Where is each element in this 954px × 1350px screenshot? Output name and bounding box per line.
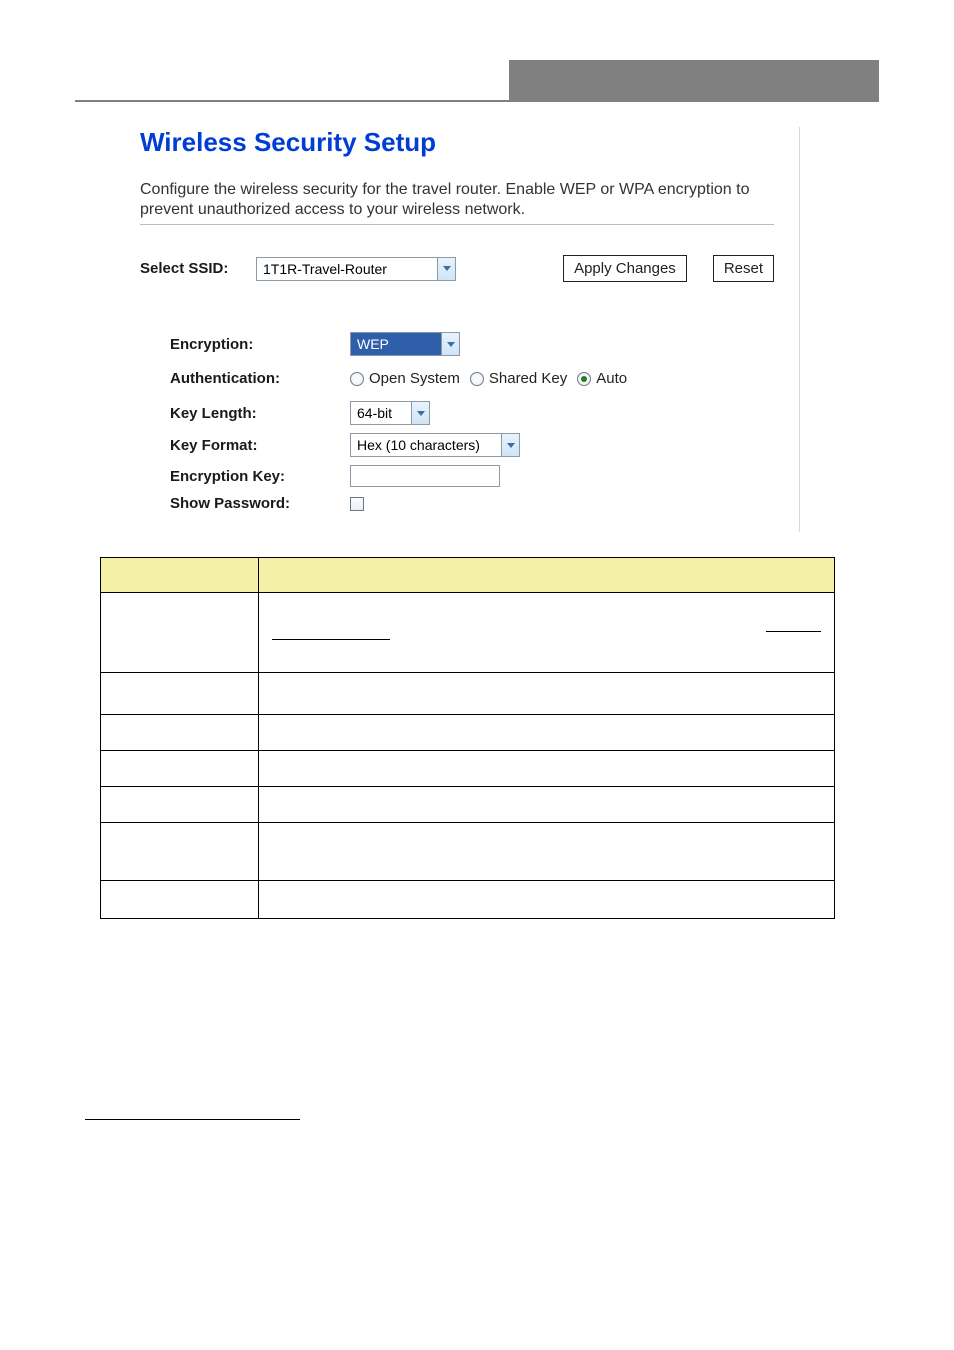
chevron-down-icon xyxy=(441,333,459,355)
auth-option-label: Auto xyxy=(596,370,627,387)
table-cell xyxy=(101,787,259,823)
key-format-label: Key Format: xyxy=(170,437,350,454)
table-cell xyxy=(259,751,835,787)
table-cell xyxy=(101,715,259,751)
underline-segment xyxy=(272,639,390,640)
encryption-key-label: Encryption Key: xyxy=(170,468,350,485)
authentication-row: Authentication: Open System Shared Key A… xyxy=(170,370,774,387)
encryption-select-value: WEP xyxy=(351,333,441,355)
ssid-select-value: 1T1R-Travel-Router xyxy=(257,258,437,280)
table-cell xyxy=(101,823,259,881)
auth-option-label: Shared Key xyxy=(489,370,567,387)
encryption-row: Encryption: WEP xyxy=(170,332,774,356)
key-format-select-value: Hex (10 characters) xyxy=(351,434,501,456)
table-cell xyxy=(101,593,259,673)
page-description: Configure the wireless security for the … xyxy=(140,180,774,220)
authentication-label: Authentication: xyxy=(170,370,350,387)
show-password-label: Show Password: xyxy=(170,495,350,512)
radio-icon xyxy=(350,372,364,386)
table-cell xyxy=(101,673,259,715)
top-header xyxy=(0,0,954,100)
table-cell xyxy=(259,823,835,881)
radio-icon xyxy=(470,372,484,386)
encryption-select[interactable]: WEP xyxy=(350,332,460,356)
chevron-down-icon xyxy=(411,402,429,424)
description-table xyxy=(100,557,835,919)
key-length-row: Key Length: 64-bit xyxy=(170,401,774,425)
table-header-cell xyxy=(259,558,835,593)
key-length-select[interactable]: 64-bit xyxy=(350,401,430,425)
table-cell xyxy=(259,715,835,751)
radio-icon xyxy=(577,372,591,386)
chevron-down-icon xyxy=(437,258,455,280)
table-cell xyxy=(259,787,835,823)
table-cell xyxy=(259,673,835,715)
encryption-key-row: Encryption Key: xyxy=(170,465,774,487)
header-grey-band xyxy=(509,60,879,100)
apply-changes-button[interactable]: Apply Changes xyxy=(563,255,687,282)
underline-segment xyxy=(766,631,821,632)
footer-divider xyxy=(85,1119,300,1120)
table-cell xyxy=(259,881,835,919)
header-divider xyxy=(75,100,879,102)
key-format-row: Key Format: Hex (10 characters) xyxy=(170,433,774,457)
ssid-row: Select SSID: 1T1R-Travel-Router Apply Ch… xyxy=(140,255,774,282)
show-password-row: Show Password: xyxy=(170,495,774,512)
show-password-checkbox[interactable] xyxy=(350,497,364,511)
table-cell xyxy=(259,593,835,673)
ssid-select[interactable]: 1T1R-Travel-Router xyxy=(256,257,456,281)
auth-shared-key-radio[interactable]: Shared Key xyxy=(470,370,567,387)
security-panel: Wireless Security Setup Configure the wi… xyxy=(140,127,800,532)
reset-button[interactable]: Reset xyxy=(713,255,774,282)
encryption-label: Encryption: xyxy=(170,336,350,353)
section-divider xyxy=(140,224,774,225)
page-title: Wireless Security Setup xyxy=(140,127,774,158)
auth-option-label: Open System xyxy=(369,370,460,387)
chevron-down-icon xyxy=(501,434,519,456)
auth-auto-radio[interactable]: Auto xyxy=(577,370,627,387)
key-length-label: Key Length: xyxy=(170,405,350,422)
key-length-select-value: 64-bit xyxy=(351,402,411,424)
table-cell xyxy=(101,881,259,919)
select-ssid-label: Select SSID: xyxy=(140,260,250,277)
encryption-key-input[interactable] xyxy=(350,465,500,487)
table-cell xyxy=(101,751,259,787)
auth-open-system-radio[interactable]: Open System xyxy=(350,370,460,387)
table-header-cell xyxy=(101,558,259,593)
key-format-select[interactable]: Hex (10 characters) xyxy=(350,433,520,457)
